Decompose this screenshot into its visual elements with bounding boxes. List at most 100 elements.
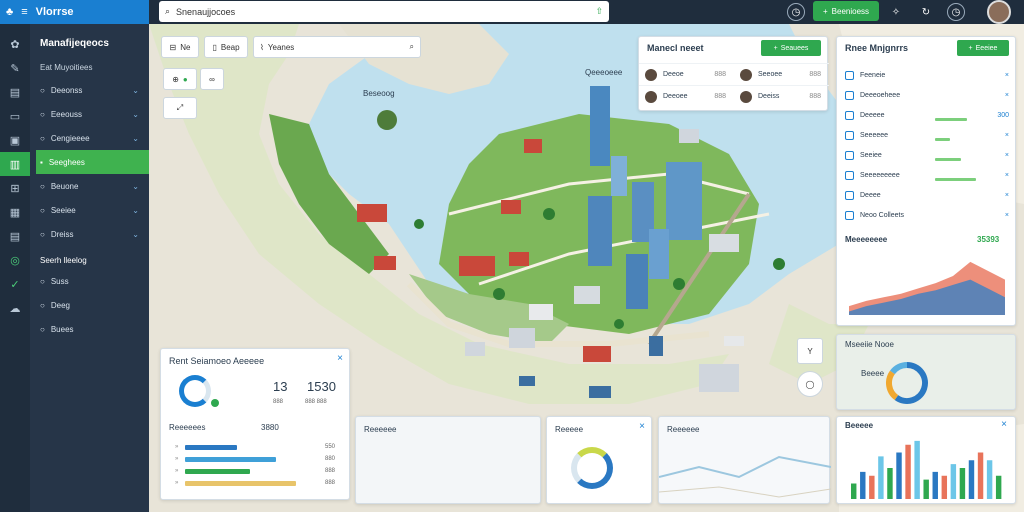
check-icon[interactable]: ✓: [0, 272, 30, 296]
close-icon[interactable]: ×: [639, 421, 645, 432]
list-item-bar: [935, 158, 962, 161]
summary-v2-sub: 888 888: [305, 399, 327, 405]
map-search-input[interactable]: ⌇ Yeanes ⌕: [253, 36, 421, 58]
summary-panel-title: Rent Seiamoeo Aeeeee: [169, 356, 265, 366]
team-member[interactable]: Seeoee 888: [734, 63, 829, 85]
close-icon[interactable]: ×: [1001, 419, 1007, 430]
summary-bar-row: » 888: [175, 480, 335, 486]
chart-bar: [914, 440, 920, 499]
list-item[interactable]: Seeiee ×: [845, 145, 1009, 165]
sidebar-section-title: Seerh lleelog: [40, 256, 87, 265]
sidebar-item[interactable]: ○ Beuone ⌄: [30, 174, 149, 198]
sidebar-section-item[interactable]: ○ Buees: [30, 317, 149, 341]
map-tool-button-2[interactable]: ▯ Beap: [204, 36, 248, 58]
right-panel-title: Rnee Mnjgnrrs: [845, 43, 909, 53]
search-icon: ⌕: [409, 42, 414, 51]
right-chart-value: 35393: [977, 235, 1000, 244]
list-item[interactable]: Seeeeeeeee ×: [845, 165, 1009, 185]
sidebar-item[interactable]: ○ Deeonss ⌄: [30, 78, 149, 102]
status-dot: [211, 399, 219, 407]
summary-v2: 1530: [307, 379, 336, 394]
folder-icon[interactable]: ▣: [0, 128, 30, 152]
circle-icon: ○: [40, 85, 45, 95]
plus-icon: +: [773, 44, 778, 52]
panel-a: Reeeeee: [355, 416, 541, 504]
list-item[interactable]: Deeee ×: [845, 185, 1009, 205]
bar-marker: »: [175, 468, 179, 474]
chart-bar: [986, 460, 993, 499]
window-icon[interactable]: ▭: [0, 104, 30, 128]
search-input[interactable]: ⌕ Snenaujjocoes ⇧: [159, 1, 609, 22]
map-compass-button[interactable]: Y: [797, 338, 823, 364]
sidebar-section-item[interactable]: ○ Suss: [30, 269, 149, 293]
layers-button[interactable]: ⊕ ●: [163, 68, 197, 90]
circle-icon: ○: [40, 181, 45, 191]
circle-icon: ○: [40, 324, 45, 334]
sidebar-item[interactable]: ○ Eeeouss ⌄: [30, 102, 149, 126]
bar-marker: »: [175, 456, 179, 462]
list-item[interactable]: Seeeeee ×: [845, 125, 1009, 145]
list-item[interactable]: Deeeoeheee ×: [845, 85, 1009, 105]
pin-icon[interactable]: ✎: [0, 56, 30, 80]
team-member[interactable]: Deeoe 888: [639, 63, 734, 85]
avatar: [740, 68, 752, 81]
chart-bar: [968, 460, 975, 499]
sidebar: Manafijeqeocs Eat Muyoitiees ○ Deeonss ⌄ ○ E…: [30, 0, 149, 512]
fullscreen-button[interactable]: ⤢: [163, 97, 197, 119]
sidebar-item[interactable]: ▪ Seeghees: [36, 150, 149, 174]
document-icon[interactable]: ▤: [0, 80, 30, 104]
sidebar-item[interactable]: ○ Cengieeee ⌄: [30, 126, 149, 150]
list-item-bar: [935, 138, 950, 141]
map-locate-button[interactable]: ◯: [797, 371, 823, 397]
close-icon[interactable]: ×: [337, 353, 343, 364]
chevron-down-icon: ⌄: [132, 85, 139, 95]
history-icon[interactable]: ◷: [787, 3, 805, 21]
grid-icon[interactable]: ⊞: [0, 176, 30, 200]
chart-bar: [887, 468, 893, 499]
avatar[interactable]: [987, 0, 1011, 24]
app-window: ✿ ✎ ▤ ▭ ▣ ▥ ⊞ ▦ ▤ ◎ ✓ ☁ ♣ ≡ Vlorrse Mana…: [0, 0, 1024, 512]
link-button[interactable]: ∞: [200, 68, 224, 90]
chart-bar: [995, 475, 1002, 499]
map-tool-button-1[interactable]: ⊟ Ne: [161, 36, 199, 58]
top-action-button[interactable]: + Beenioess: [813, 1, 879, 21]
settings-icon[interactable]: ✧: [887, 3, 905, 21]
sidebar-item[interactable]: ○ Seeiee ⌄: [30, 198, 149, 222]
team-member[interactable]: Deeoee 888: [639, 85, 734, 107]
chevron-down-icon: ⌄: [132, 181, 139, 191]
chart-bar: [950, 464, 957, 499]
sidebar-section-item[interactable]: ○ Deeg: [30, 293, 149, 317]
summary-bar: [185, 468, 250, 474]
summary-v1: 13: [273, 379, 288, 394]
team-member[interactable]: Deeiss 888: [734, 85, 829, 107]
map-label-island: Beseoog: [363, 89, 395, 98]
circle-icon: ○: [40, 300, 45, 310]
map-icon[interactable]: ▥: [0, 152, 30, 176]
donut-panel-title: Mseeiie Nooe: [845, 340, 894, 349]
sidebar-item[interactable]: ○ Dreiss ⌄: [30, 222, 149, 246]
table-icon[interactable]: ▤: [0, 224, 30, 248]
status-icon: [845, 110, 854, 120]
filter-icon[interactable]: ⇧: [595, 6, 603, 17]
globe-icon[interactable]: ◎: [0, 248, 30, 272]
list-item[interactable]: Deeeee 300: [845, 105, 1009, 125]
panel-c: Reeeeee: [658, 416, 831, 504]
gear-icon[interactable]: ✿: [0, 32, 30, 56]
circle-icon: ○: [40, 205, 45, 215]
cloud-icon[interactable]: ☁: [0, 296, 30, 320]
donut-chart: [886, 362, 928, 404]
chevron-down-icon: ⌄: [132, 229, 139, 239]
circle-icon: ○: [40, 109, 45, 119]
mini-donut: [571, 447, 613, 489]
donut-panel: Mseeiie Nooe Beeee: [836, 334, 1016, 410]
refresh-icon[interactable]: ↻: [917, 3, 935, 21]
list-item[interactable]: Neoo Colleets ×: [845, 205, 1009, 225]
chart-icon[interactable]: ▦: [0, 200, 30, 224]
pie-slice: [894, 362, 928, 404]
plus-icon: +: [968, 44, 973, 52]
team-panel-button[interactable]: + Seauees: [761, 40, 821, 56]
right-panel-button[interactable]: + Eeeiee: [957, 40, 1009, 56]
summary-v1-sub: 888: [273, 399, 284, 405]
clock-icon[interactable]: ◷: [947, 3, 965, 21]
list-item[interactable]: Feeneie ×: [845, 65, 1009, 85]
